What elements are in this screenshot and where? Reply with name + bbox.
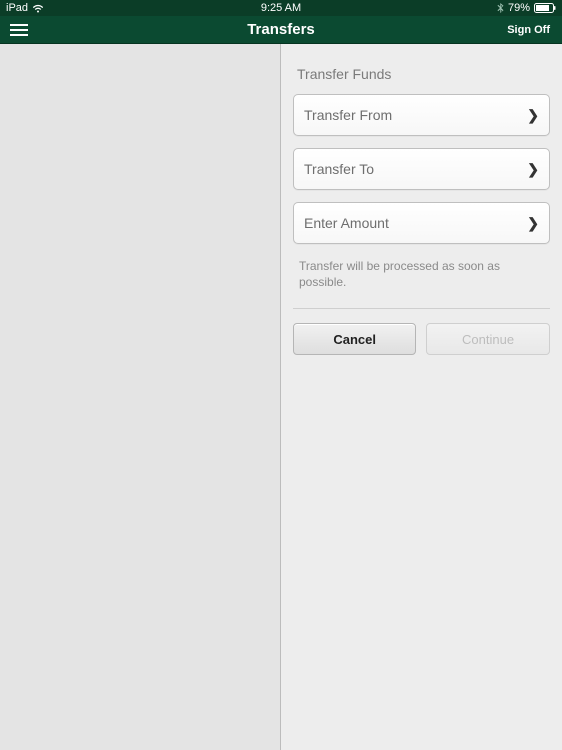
page-title: Transfers xyxy=(247,21,315,38)
carrier-label: iPad xyxy=(6,2,28,14)
battery-percent: 79% xyxy=(508,2,530,14)
status-bar: iPad 9:25 AM 79% xyxy=(0,0,562,16)
processing-hint: Transfer will be processed as soon as po… xyxy=(293,256,550,290)
left-pane xyxy=(0,44,281,750)
menu-icon[interactable] xyxy=(8,22,30,38)
cancel-button[interactable]: Cancel xyxy=(293,323,416,355)
wifi-icon xyxy=(32,4,44,13)
content-area: Transfer Funds Transfer From ❯ Transfer … xyxy=(0,44,562,750)
chevron-right-icon: ❯ xyxy=(527,215,539,232)
battery-icon xyxy=(534,3,556,13)
right-pane: Transfer Funds Transfer From ❯ Transfer … xyxy=(281,44,562,750)
section-title: Transfer Funds xyxy=(297,66,546,82)
transfer-to-row[interactable]: Transfer To ❯ xyxy=(293,148,550,190)
bluetooth-icon xyxy=(497,3,504,14)
transfer-to-label: Transfer To xyxy=(304,161,374,177)
status-time: 9:25 AM xyxy=(261,2,301,14)
status-left: iPad xyxy=(6,2,44,14)
transfer-from-label: Transfer From xyxy=(304,107,392,123)
divider xyxy=(293,308,550,309)
sign-off-button[interactable]: Sign Off xyxy=(503,22,554,38)
chevron-right-icon: ❯ xyxy=(527,107,539,124)
enter-amount-row[interactable]: Enter Amount ❯ xyxy=(293,202,550,244)
enter-amount-label: Enter Amount xyxy=(304,215,389,231)
transfer-from-row[interactable]: Transfer From ❯ xyxy=(293,94,550,136)
continue-button[interactable]: Continue xyxy=(426,323,549,355)
nav-bar: Transfers Sign Off xyxy=(0,16,562,44)
button-row: Cancel Continue xyxy=(293,323,550,355)
status-right: 79% xyxy=(497,2,556,14)
chevron-right-icon: ❯ xyxy=(527,161,539,178)
